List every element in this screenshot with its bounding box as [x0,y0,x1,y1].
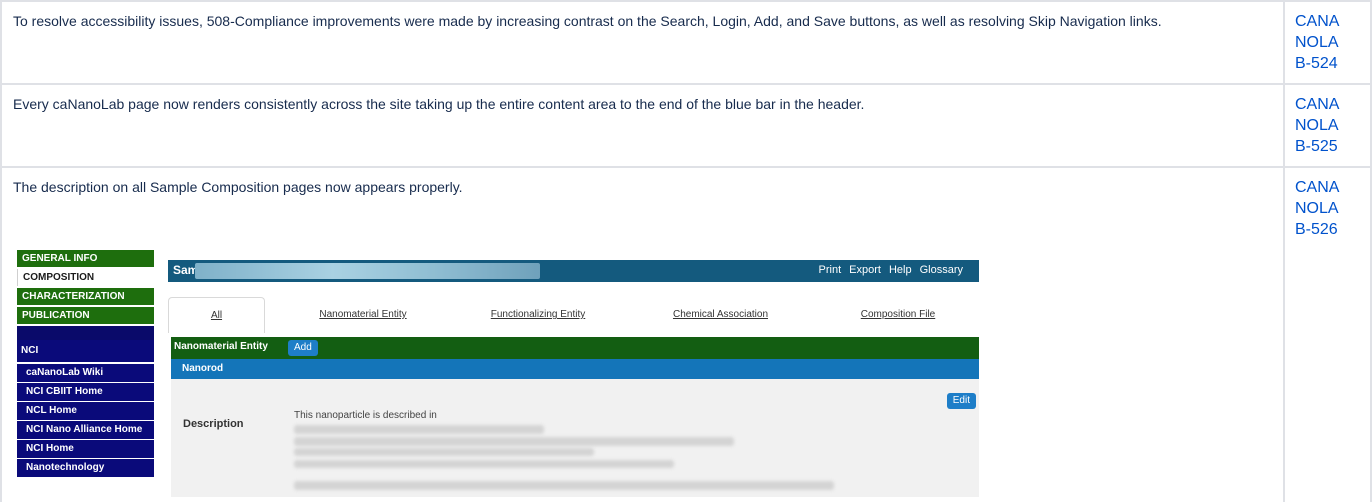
table-row: To resolve accessibility issues, 508-Com… [0,0,1372,85]
nav-general-info[interactable]: GENERAL INFO [17,250,154,267]
edit-button[interactable]: Edit [946,393,976,409]
nav-publication[interactable]: PUBLICATION [17,307,154,324]
tab-functionalizing-entity[interactable]: Functionalizing Entity [473,297,603,333]
help-link[interactable]: Help [889,264,912,276]
add-button[interactable]: Add [288,340,318,356]
print-link[interactable]: Print [819,264,842,276]
nav-link-nci-home[interactable]: NCI Home [17,440,154,458]
redacted-sample-name [195,263,540,279]
note-description: Every caNanoLab page now renders consist… [0,83,1285,168]
tab-all[interactable]: All [168,297,265,333]
embedded-screenshot: GENERAL INFO COMPOSITION CHARACTERIZATIO… [17,250,983,497]
tab-chemical-association[interactable]: Chemical Association [658,297,783,333]
blurred-text [294,481,834,490]
tab-nanomaterial-entity[interactable]: Nanomaterial Entity [298,297,428,333]
blurred-text [294,425,544,434]
blurred-text [294,437,734,446]
note-text: The description on all Sample Compositio… [13,179,463,195]
subsection-title: Nanorod [182,363,224,374]
blurred-text [294,448,594,456]
nav-composition[interactable]: COMPOSITION [17,269,154,286]
ticket-link[interactable]: CANANOLAB-524 [1295,11,1343,74]
ticket-link[interactable]: CANANOLAB-525 [1295,94,1343,157]
description-label: Description [183,418,244,430]
nav-nci-heading: NCI [17,340,154,362]
sample-panel: Sample Print Export Help Glossary All Na… [168,260,979,497]
description-box: Edit Description This nanoparticle is de… [171,379,979,497]
nav-link-cananolab-wiki[interactable]: caNanoLab Wiki [17,364,154,382]
glossary-link[interactable]: Glossary [920,264,963,276]
export-link[interactable]: Export [849,264,881,276]
nanomaterial-entity-bar: Nanomaterial Entity Add [171,337,979,359]
nav-link-ncl-home[interactable]: NCL Home [17,402,154,420]
nav-link-nci-nano-alliance-home[interactable]: NCI Nano Alliance Home [17,421,154,439]
note-description: To resolve accessibility issues, 508-Com… [0,0,1285,85]
header-links: Print Export Help Glossary [819,264,963,276]
table-row: Every caNanoLab page now renders consist… [0,83,1372,168]
description-text: This nanoparticle is described in [294,410,437,421]
section-title: Nanomaterial Entity [174,341,268,352]
nav-link-nci-cbiit-home[interactable]: NCI CBIIT Home [17,383,154,401]
blurred-text [294,460,674,468]
nav-link-nanotechnology[interactable]: Nanotechnology [17,459,154,477]
left-navigation: GENERAL INFO COMPOSITION CHARACTERIZATIO… [17,250,154,497]
composition-tabs: All Nanomaterial Entity Functionalizing … [168,297,979,333]
nav-characterization[interactable]: CHARACTERIZATION [17,288,154,305]
tab-composition-file[interactable]: Composition File [843,297,953,333]
ticket-cell: CANANOLAB-524 [1283,0,1372,85]
nav-divider [17,326,154,340]
sample-header: Sample Print Export Help Glossary [168,260,979,282]
ticket-cell: CANANOLAB-526 [1283,166,1372,502]
ticket-cell: CANANOLAB-525 [1283,83,1372,168]
ticket-link[interactable]: CANANOLAB-526 [1295,177,1343,240]
nanorod-bar: Nanorod [171,359,979,379]
